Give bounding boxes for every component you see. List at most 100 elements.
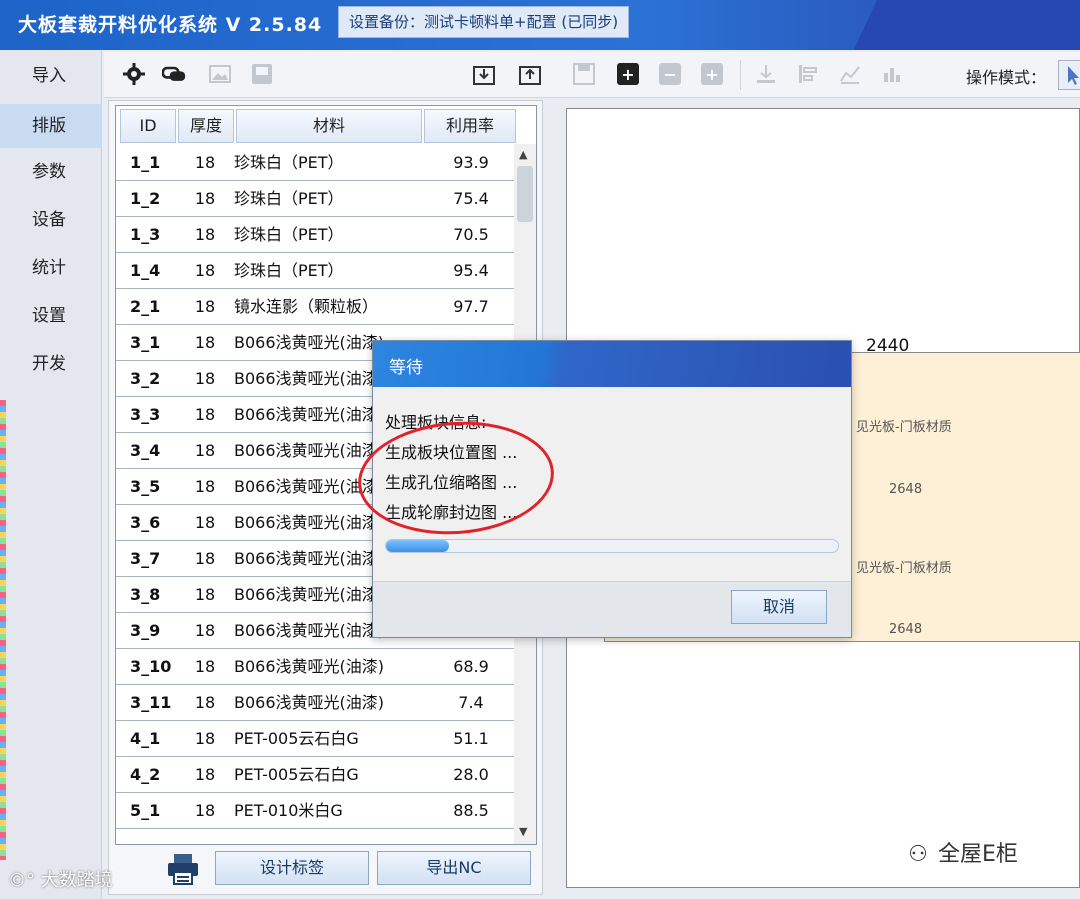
link-icon[interactable] bbox=[162, 62, 186, 86]
backup-status-badge[interactable]: 设置备份：测试卡顿料单+配置 (已同步) bbox=[338, 6, 630, 38]
minus-icon[interactable]: − bbox=[658, 62, 682, 86]
scrollbar-thumb[interactable] bbox=[517, 166, 533, 222]
nav-item-import[interactable]: 导入 bbox=[0, 54, 102, 98]
row-material: 珍珠白（PET） bbox=[234, 261, 344, 280]
row-id: 3_3 bbox=[130, 405, 161, 424]
row-material: B066浅黄哑光(油漆) bbox=[234, 657, 385, 676]
row-thickness: 18 bbox=[194, 477, 216, 496]
table-row[interactable]: 4_2 18 PET-005云石白G 28.0 bbox=[116, 757, 514, 793]
table-row[interactable]: 2_1 18 镜水连影（颗粒板） 97.7 bbox=[116, 289, 514, 325]
dialog-title-bar[interactable]: 等待 bbox=[373, 341, 851, 387]
row-thickness: 18 bbox=[194, 693, 216, 712]
row-id: 3_6 bbox=[130, 513, 161, 532]
watermark-right-text: 全屋E柜 bbox=[938, 842, 1018, 867]
row-id: 3_5 bbox=[130, 477, 161, 496]
table-row[interactable]: 1_4 18 珍珠白（PET） 95.4 bbox=[116, 253, 514, 289]
row-rate: 70.5 bbox=[453, 225, 489, 244]
column-header-rate[interactable]: 利用率 bbox=[424, 109, 516, 143]
nav-item-develop[interactable]: 开发 bbox=[0, 342, 102, 386]
row-material: 镜水连影（颗粒板） bbox=[234, 297, 379, 316]
table-row[interactable]: 3_11 18 B066浅黄哑光(油漆) 7.4 bbox=[116, 685, 514, 721]
row-id: 4_1 bbox=[130, 729, 161, 748]
operation-mode-label: 操作模式： bbox=[966, 68, 1047, 87]
save-icon[interactable] bbox=[572, 62, 596, 86]
progress-bar bbox=[385, 539, 839, 553]
row-rate: 88.5 bbox=[453, 801, 489, 820]
nav-item-params[interactable]: 参数 bbox=[0, 150, 102, 194]
row-material: B066浅黄哑光(油漆) bbox=[234, 441, 385, 460]
row-id: 1_1 bbox=[130, 153, 161, 172]
design-label-button[interactable]: 设计标签 bbox=[215, 851, 369, 885]
upload-icon[interactable] bbox=[518, 62, 542, 86]
title-bar: 大板套裁开料优化系统 V 2.5.84 设置备份：测试卡顿料单+配置 (已同步) bbox=[0, 0, 1080, 50]
row-thickness: 18 bbox=[194, 261, 216, 280]
add-box-icon[interactable]: + bbox=[700, 62, 724, 86]
nav-item-stats[interactable]: 统计 bbox=[0, 246, 102, 290]
table-row[interactable]: 1_3 18 珍珠白（PET） 70.5 bbox=[116, 217, 514, 253]
row-thickness: 18 bbox=[194, 189, 216, 208]
row-rate: 7.4 bbox=[458, 693, 484, 712]
row-id: 1_4 bbox=[130, 261, 161, 280]
row-id: 2_1 bbox=[130, 297, 161, 316]
row-rate: 93.9 bbox=[453, 153, 489, 172]
pointer-mode-button[interactable] bbox=[1058, 60, 1080, 90]
table-row[interactable]: 3_10 18 B066浅黄哑光(油漆) 68.9 bbox=[116, 649, 514, 685]
chart-icon[interactable] bbox=[838, 62, 862, 86]
column-header-thickness[interactable]: 厚度 bbox=[178, 109, 234, 143]
row-material: 珍珠白（PET） bbox=[234, 153, 344, 172]
row-id: 3_10 bbox=[130, 657, 172, 676]
part-dimension-label: 2648 bbox=[889, 622, 923, 637]
row-thickness: 18 bbox=[194, 657, 216, 676]
row-thickness: 18 bbox=[194, 549, 216, 568]
watermark-left-text: 大数踏境 bbox=[40, 870, 113, 891]
watermark-right: ⚇ 全屋E柜 bbox=[898, 836, 1018, 868]
row-material: B066浅黄哑光(油漆) bbox=[234, 333, 385, 352]
table-row[interactable]: 4_1 18 PET-005云石白G 51.1 bbox=[116, 721, 514, 757]
row-rate: 97.7 bbox=[453, 297, 489, 316]
part-name-label: 见光板-门板材质 bbox=[856, 420, 952, 435]
watermark-left: ©° 大数踏境 bbox=[8, 866, 113, 892]
row-thickness: 18 bbox=[194, 585, 216, 604]
export-nc-button[interactable]: 导出NC bbox=[377, 851, 531, 885]
bar-chart-icon[interactable] bbox=[880, 62, 904, 86]
align-left-icon[interactable] bbox=[796, 62, 820, 86]
row-material: B066浅黄哑光(油漆) bbox=[234, 369, 385, 388]
image-icon[interactable] bbox=[208, 62, 232, 86]
row-thickness: 18 bbox=[194, 297, 216, 316]
table-row[interactable]: 1_1 18 珍珠白（PET） 93.9 bbox=[116, 145, 514, 181]
row-id: 3_7 bbox=[130, 549, 161, 568]
save-image-icon[interactable] bbox=[250, 62, 274, 86]
plus-icon[interactable]: + bbox=[616, 62, 640, 86]
table-header: ID 厚度 材料 利用率 bbox=[116, 106, 536, 144]
row-rate: 68.9 bbox=[453, 657, 489, 676]
scroll-up-icon[interactable]: ▲ bbox=[519, 148, 527, 161]
cancel-button[interactable]: 取消 bbox=[731, 590, 827, 624]
nav-item-device[interactable]: 设备 bbox=[0, 198, 102, 242]
toolbar-separator bbox=[740, 60, 741, 90]
row-rate: 95.4 bbox=[453, 261, 489, 280]
dialog-footer: 取消 bbox=[373, 581, 851, 637]
row-thickness: 18 bbox=[194, 621, 216, 640]
toolbar: + − + 操作模式： bbox=[104, 52, 1080, 98]
printer-icon[interactable] bbox=[165, 851, 201, 887]
align-bottom-icon[interactable] bbox=[754, 62, 778, 86]
row-material: 珍珠白（PET） bbox=[234, 225, 344, 244]
table-row[interactable]: 1_2 18 珍珠白（PET） 75.4 bbox=[116, 181, 514, 217]
wechat-icon: ⚇ bbox=[908, 842, 928, 867]
row-material: PET-005云石白G bbox=[234, 765, 359, 784]
row-thickness: 18 bbox=[194, 405, 216, 424]
scroll-down-icon[interactable]: ▼ bbox=[519, 825, 527, 838]
row-thickness: 18 bbox=[194, 369, 216, 388]
nav-item-layout[interactable]: 排版 bbox=[0, 104, 102, 148]
nav-item-settings[interactable]: 设置 bbox=[0, 294, 102, 338]
row-material: B066浅黄哑光(油漆) bbox=[234, 513, 385, 532]
row-id: 1_3 bbox=[130, 225, 161, 244]
column-header-material[interactable]: 材料 bbox=[236, 109, 422, 143]
download-icon[interactable] bbox=[472, 62, 496, 86]
table-row[interactable]: 5_1 18 PET-010米白G 88.5 bbox=[116, 793, 514, 829]
row-id: 3_2 bbox=[130, 369, 161, 388]
gear-icon[interactable] bbox=[122, 62, 146, 86]
column-header-id[interactable]: ID bbox=[120, 109, 176, 143]
row-thickness: 18 bbox=[194, 225, 216, 244]
row-material: PET-005云石白G bbox=[234, 729, 359, 748]
